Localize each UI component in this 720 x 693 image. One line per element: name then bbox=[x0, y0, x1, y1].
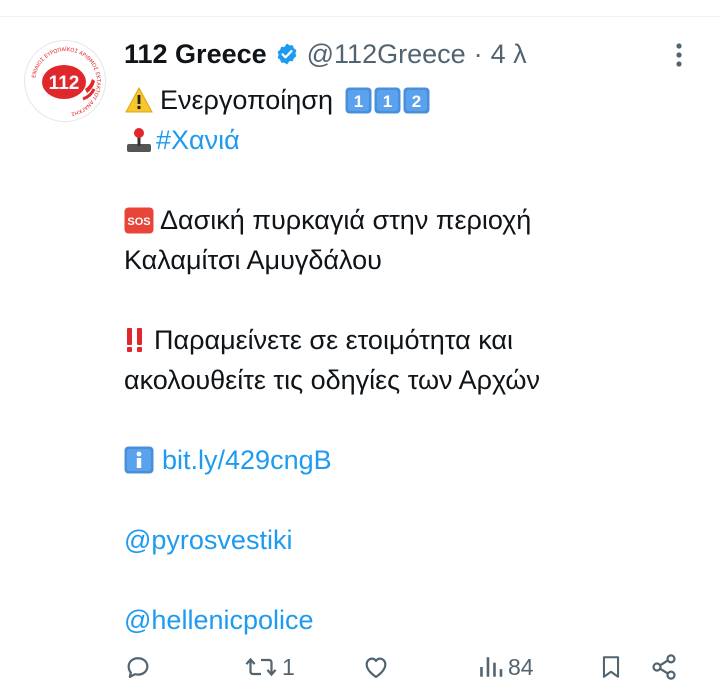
double-exclamation-icon bbox=[127, 328, 142, 352]
more-options-button[interactable] bbox=[664, 38, 694, 72]
separator-dot: · bbox=[473, 38, 483, 69]
svg-text:1: 1 bbox=[382, 92, 391, 111]
share-button[interactable] bbox=[650, 646, 678, 688]
bookmark-icon bbox=[602, 656, 620, 678]
heart-icon bbox=[365, 657, 387, 679]
more-vertical-icon bbox=[676, 43, 682, 67]
warning-icon bbox=[125, 86, 153, 113]
bookmark-button[interactable] bbox=[598, 646, 624, 688]
hashtag-link[interactable]: #Χανιά bbox=[156, 125, 240, 155]
hashtag-line: #Χανιά bbox=[124, 120, 684, 160]
alert-line-1: SOS Δασική πυρκαγιά στην περιοχή bbox=[124, 200, 684, 240]
tweet-text: Ενεργοποίηση 1 1 2 #Χανιά SOS Δασική πυρ… bbox=[124, 80, 684, 640]
keycap-1-icon: 1 bbox=[374, 87, 401, 114]
avatar-number: 112 bbox=[49, 73, 80, 94]
keycap-2-icon: 2 bbox=[403, 87, 430, 114]
keycap-1-icon: 1 bbox=[345, 87, 372, 114]
alert-line-2: Καλαμίτσι Αμυγδάλου bbox=[124, 240, 684, 280]
sos-icon: SOS bbox=[124, 207, 154, 234]
like-button[interactable] bbox=[362, 646, 394, 688]
mention-pyrosvestiki[interactable]: @pyrosvestiki bbox=[124, 525, 292, 555]
instruction-text-2: ακολουθείτε τις οδηγίες των Αρχών bbox=[124, 365, 540, 395]
tweet-timestamp[interactable]: 4 λ bbox=[491, 39, 527, 70]
instruction-line-2: ακολουθείτε τις οδηγίες των Αρχών bbox=[124, 360, 684, 400]
views-button[interactable]: 84 bbox=[478, 646, 534, 688]
alert-text-1: Δασική πυρκαγιά στην περιοχή bbox=[160, 205, 532, 235]
svg-text:1: 1 bbox=[353, 92, 362, 111]
top-divider bbox=[0, 16, 720, 17]
retweet-icon bbox=[245, 657, 277, 677]
svg-text:2: 2 bbox=[411, 92, 420, 111]
info-link-line: bit.ly/429cngB bbox=[124, 440, 684, 480]
retweet-button[interactable]: 1 bbox=[244, 646, 295, 688]
share-icon bbox=[652, 654, 676, 680]
instruction-line-1: Παραμείνετε σε ετοιμότητα και bbox=[124, 320, 684, 360]
avatar[interactable]: ΕΝΙΑΙΟΣ ΕΥΡΩΠΑΪΚΟΣ ΑΡΙΘΜΟΣ ΕΚΤΑΚΤΟΥ ΑΝΑΓ… bbox=[24, 40, 106, 122]
info-icon bbox=[124, 446, 154, 474]
mention-line-2: @hellenicpolice bbox=[124, 600, 684, 640]
tweet-header: 112 Greece @112Greece · 4 λ bbox=[124, 36, 527, 72]
author-handle[interactable]: @112Greece bbox=[307, 39, 466, 70]
retweet-count: 1 bbox=[282, 653, 295, 680]
joystick-icon bbox=[127, 128, 151, 152]
instruction-text-1: Παραμείνετε σε ετοιμότητα και bbox=[154, 325, 513, 355]
activation-text: Ενεργοποίηση bbox=[160, 85, 333, 115]
mention-hellenicpolice[interactable]: @hellenicpolice bbox=[124, 605, 314, 635]
author-display-name[interactable]: 112 Greece bbox=[124, 39, 267, 70]
views-chart-icon bbox=[480, 657, 503, 677]
activation-line: Ενεργοποίηση 1 1 2 bbox=[124, 80, 684, 120]
action-bar: 1 84 bbox=[124, 646, 694, 688]
reply-icon bbox=[127, 657, 149, 679]
reply-button[interactable] bbox=[124, 646, 156, 688]
views-count: 84 bbox=[508, 653, 534, 680]
mention-line-1: @pyrosvestiki bbox=[124, 520, 684, 560]
alert-text-2: Καλαμίτσι Αμυγδάλου bbox=[124, 245, 382, 275]
activation-badges: 1 1 2 bbox=[345, 85, 436, 115]
verified-badge-icon bbox=[277, 43, 297, 65]
svg-text:SOS: SOS bbox=[127, 216, 150, 228]
shortened-link[interactable]: bit.ly/429cngB bbox=[162, 445, 332, 475]
112-logo-icon: ΕΝΙΑΙΟΣ ΕΥΡΩΠΑΪΚΟΣ ΑΡΙΘΜΟΣ ΕΚΤΑΚΤΟΥ ΑΝΑΓ… bbox=[28, 44, 104, 120]
